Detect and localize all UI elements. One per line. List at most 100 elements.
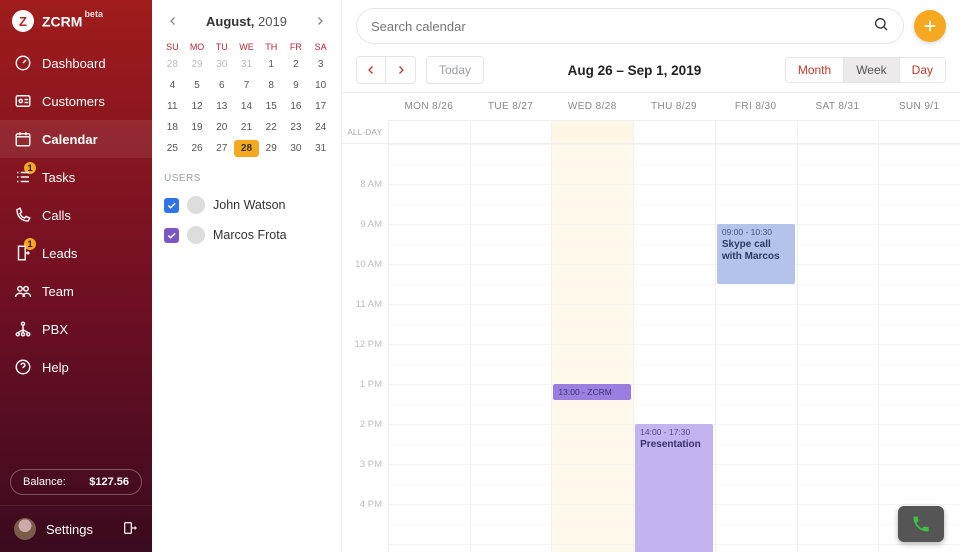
mini-dow: WE <box>234 42 259 52</box>
mini-day[interactable]: 22 <box>259 119 284 136</box>
day-column[interactable] <box>388 144 470 552</box>
settings-label: Settings <box>46 522 93 537</box>
mini-day[interactable]: 4 <box>160 77 185 94</box>
mini-day[interactable]: 23 <box>284 119 309 136</box>
nav-help[interactable]: Help <box>0 348 152 386</box>
allday-label: ALL-DAY <box>342 121 388 143</box>
mini-day[interactable]: 3 <box>308 56 333 73</box>
mini-dow: FR <box>284 42 309 52</box>
mini-day[interactable]: 31 <box>234 56 259 73</box>
nav-label: Customers <box>42 94 105 109</box>
mini-day[interactable]: 1 <box>259 56 284 73</box>
mini-day[interactable]: 20 <box>209 119 234 136</box>
event-title: Presentation <box>640 439 708 452</box>
nav-calls[interactable]: Calls <box>0 196 152 234</box>
mini-day[interactable]: 31 <box>308 140 333 157</box>
mini-day[interactable]: 29 <box>185 56 210 73</box>
calendar-event[interactable]: 13:00 - ZCRM launch <box>553 384 631 400</box>
door-icon <box>14 244 32 262</box>
user-name: Marcos Frota <box>213 228 287 242</box>
mini-day[interactable]: 25 <box>160 140 185 157</box>
mini-day[interactable]: 19 <box>185 119 210 136</box>
mini-day[interactable]: 5 <box>185 77 210 94</box>
checkbox-icon[interactable] <box>164 228 179 243</box>
week-grid[interactable]: 13:00 - ZCRM launch 14:00 - 17:30Presenta… <box>388 144 960 552</box>
mini-day[interactable]: 21 <box>234 119 259 136</box>
calendar-event[interactable]: 14:00 - 17:30Presentation <box>635 424 713 552</box>
settings-row[interactable]: Settings <box>0 505 152 552</box>
nav-label: PBX <box>42 322 68 337</box>
user-avatar-small <box>187 226 205 244</box>
nav-dashboard[interactable]: Dashboard <box>0 44 152 82</box>
brand-logo: Z <box>12 10 34 32</box>
mini-day[interactable]: 26 <box>185 140 210 157</box>
mini-day[interactable]: 28 <box>234 140 259 157</box>
users-list: John Watson Marcos Frota <box>152 190 341 250</box>
phone-fab[interactable] <box>898 506 944 542</box>
next-week-button[interactable] <box>386 56 416 84</box>
day-column[interactable] <box>470 144 552 552</box>
add-button[interactable] <box>914 10 946 42</box>
user-avatar <box>14 518 36 540</box>
mini-day[interactable]: 30 <box>284 140 309 157</box>
balance-label: Balance: <box>23 476 66 488</box>
mini-day[interactable]: 17 <box>308 98 333 115</box>
sidebar: Z ZCRMbeta Dashboard Customers Calendar … <box>0 0 152 552</box>
nav-team[interactable]: Team <box>0 272 152 310</box>
mini-day[interactable]: 11 <box>160 98 185 115</box>
mini-day[interactable]: 30 <box>209 56 234 73</box>
mini-day[interactable]: 24 <box>308 119 333 136</box>
nav-tasks[interactable]: 1 Tasks <box>0 158 152 196</box>
checkbox-icon[interactable] <box>164 198 179 213</box>
today-button[interactable]: Today <box>426 56 484 84</box>
mini-dow: SA <box>308 42 333 52</box>
mini-day[interactable]: 6 <box>209 77 234 94</box>
mini-day[interactable]: 29 <box>259 140 284 157</box>
mini-day[interactable]: 9 <box>284 77 309 94</box>
prev-week-button[interactable] <box>356 56 386 84</box>
hours-gutter: 8 AM9 AM10 AM11 AM12 PM1 PM2 PM3 PM4 PM <box>342 144 388 552</box>
nav-customers[interactable]: Customers <box>0 82 152 120</box>
nav-calendar[interactable]: Calendar <box>0 120 152 158</box>
mini-day[interactable]: 8 <box>259 77 284 94</box>
nav-leads[interactable]: 1 Leads <box>0 234 152 272</box>
balance-pill[interactable]: Balance: $127.56 <box>10 469 142 495</box>
mini-day[interactable]: 10 <box>308 77 333 94</box>
user-avatar-small <box>187 196 205 214</box>
hour-label: 10 AM <box>342 259 388 299</box>
mini-day[interactable]: 2 <box>284 56 309 73</box>
hour-label: 1 PM <box>342 379 388 419</box>
next-month-button[interactable] <box>309 10 331 32</box>
search-input[interactable] <box>371 19 873 34</box>
mini-day[interactable]: 16 <box>284 98 309 115</box>
view-month[interactable]: Month <box>786 58 843 82</box>
calendar-event[interactable]: 09:00 - 10:30Skype call with Marcos <box>717 224 795 284</box>
time-grid[interactable]: 8 AM9 AM10 AM11 AM12 PM1 PM2 PM3 PM4 PM … <box>342 144 960 552</box>
day-column[interactable]: 13:00 - ZCRM launch <box>551 144 633 552</box>
signout-icon[interactable] <box>122 520 138 539</box>
mini-dow: MO <box>185 42 210 52</box>
user-item[interactable]: Marcos Frota <box>152 220 341 250</box>
mini-day[interactable]: 12 <box>185 98 210 115</box>
nav-pbx[interactable]: PBX <box>0 310 152 348</box>
mini-dow: SU <box>160 42 185 52</box>
view-week[interactable]: Week <box>843 58 898 82</box>
event-time: 09:00 - 10:30 <box>722 227 790 238</box>
user-item[interactable]: John Watson <box>152 190 341 220</box>
mini-day[interactable]: 18 <box>160 119 185 136</box>
day-header: WED 8/28 <box>551 93 633 120</box>
day-column[interactable]: 14:00 - 17:30Presentation <box>633 144 715 552</box>
mini-day[interactable]: 13 <box>209 98 234 115</box>
day-header: MON 8/26 <box>388 93 470 120</box>
view-day[interactable]: Day <box>899 58 945 82</box>
mini-day[interactable]: 7 <box>234 77 259 94</box>
day-column[interactable] <box>797 144 879 552</box>
search-input-wrap[interactable] <box>356 8 904 44</box>
mini-day[interactable]: 14 <box>234 98 259 115</box>
mini-day[interactable]: 15 <box>259 98 284 115</box>
prev-month-button[interactable] <box>162 10 184 32</box>
mini-day[interactable]: 27 <box>209 140 234 157</box>
day-column[interactable] <box>878 144 960 552</box>
mini-day[interactable]: 28 <box>160 56 185 73</box>
day-column[interactable]: 09:00 - 10:30Skype call with Marcos <box>715 144 797 552</box>
